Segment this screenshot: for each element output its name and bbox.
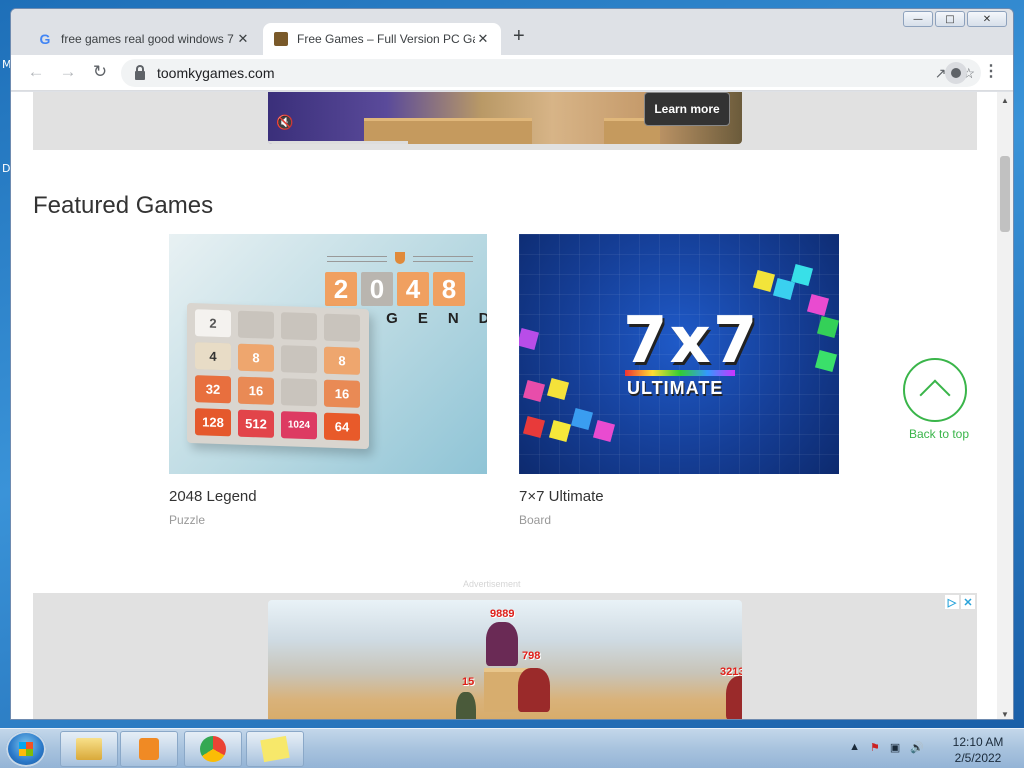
action-center-flag-icon[interactable]: ⚑ <box>870 741 880 754</box>
tile: 8 <box>238 343 274 372</box>
url-text[interactable]: toomkygames.com <box>157 65 274 81</box>
tile: 32 <box>195 375 231 404</box>
damage-number: 9889 <box>490 608 515 620</box>
logo-digit: 8 <box>433 272 465 306</box>
taskbar-media-player[interactable] <box>120 731 178 767</box>
tile: 16 <box>238 376 274 405</box>
tile: 512 <box>238 409 274 438</box>
tile: 8 <box>324 346 360 375</box>
tab-toomky-games[interactable]: Free Games – Full Version PC Games ✕ <box>263 23 501 55</box>
toomky-icon <box>273 31 289 47</box>
forward-icon[interactable]: → <box>57 62 79 82</box>
adchoices[interactable]: ▷ ✕ <box>945 595 975 609</box>
chrome-icon <box>200 736 226 762</box>
maximize-button[interactable]: □ <box>935 11 965 27</box>
network-icon[interactable]: ▣ <box>890 741 900 754</box>
volume-icon[interactable]: 🔊 <box>910 741 924 754</box>
tile: 128 <box>195 408 231 437</box>
taskbar-sticky-notes[interactable] <box>246 731 304 767</box>
tile-grid: 2 4 8 8 32 16 16 128 512 1024 64 <box>187 302 369 450</box>
ad-close-icon[interactable]: ✕ <box>961 595 975 609</box>
scrollbar-thumb[interactable] <box>1000 156 1010 232</box>
tile: 4 <box>195 342 231 371</box>
trophy-icon <box>395 252 405 264</box>
taskbar-chrome[interactable] <box>184 731 242 767</box>
start-button-windows-icon[interactable] <box>6 731 46 767</box>
logo-digit: 0 <box>361 272 393 306</box>
media-player-icon <box>139 738 159 760</box>
back-to-top-label[interactable]: Back to top <box>899 427 979 441</box>
tile-empty <box>281 345 317 374</box>
page-scrollbar[interactable]: ▲ ▼ <box>997 92 1013 719</box>
video-progress-bar <box>268 141 408 144</box>
bottom-ad-banner[interactable]: Advertisement ▷ ✕ 9889 798 15 3213 <box>33 579 977 719</box>
tab-title: Free Games – Full Version PC Games <box>297 32 475 46</box>
logo-digit: 4 <box>397 272 429 306</box>
sticky-notes-icon <box>260 735 290 763</box>
logo-subtitle: ULTIMATE <box>627 378 724 398</box>
tab-search-results[interactable]: G free games real good windows 7 ✕ <box>27 23 261 55</box>
tile: 1024 <box>281 411 317 440</box>
tab-strip: — □ ✕ G free games real good windows 7 ✕… <box>11 9 1013 55</box>
folder-icon <box>76 738 102 760</box>
minimize-button[interactable]: — <box>903 11 933 27</box>
tile-empty <box>324 313 360 342</box>
browser-toolbar: ← → ↻ toomkygames.com ↗ ☆ <box>11 55 1013 91</box>
browser-window: — □ ✕ G free games real good windows 7 ✕… <box>10 8 1014 720</box>
game-category[interactable]: Board <box>519 513 839 527</box>
lock-icon[interactable] <box>135 64 145 80</box>
back-icon[interactable]: ← <box>25 62 47 82</box>
scroll-up-arrow-icon[interactable]: ▲ <box>997 96 1013 105</box>
tab-title: free games real good windows 7 <box>61 32 234 46</box>
mute-icon[interactable]: 🔇 <box>276 114 293 131</box>
section-title: Featured Games <box>33 192 214 219</box>
google-g-icon: G <box>39 31 51 47</box>
game-card-7x7-ultimate[interactable]: 7x7 ULTIMATE 7×7 Ultimate Board <box>519 234 839 527</box>
game-title[interactable]: 2048 Legend <box>169 488 487 505</box>
profile-avatar-icon[interactable] <box>945 62 967 84</box>
taskbar: ▲ ⚑ ▣ 🔊 12:10 AM 2/5/2022 <box>0 728 1024 768</box>
close-window-button[interactable]: ✕ <box>967 11 1007 27</box>
window-controls: — □ ✕ <box>903 11 1007 27</box>
scroll-down-arrow-icon[interactable]: ▼ <box>997 710 1013 719</box>
damage-number: 15 <box>462 676 475 688</box>
tile: 16 <box>324 379 360 408</box>
reload-icon[interactable]: ↻ <box>89 62 111 82</box>
damage-number: 798 <box>522 650 541 662</box>
game-card-2048-legend[interactable]: 2 0 4 8 LEGEND 2488321616128512102464 20… <box>169 234 487 527</box>
ad-label: Advertisement <box>463 579 521 589</box>
game-title[interactable]: 7×7 Ultimate <box>519 488 839 505</box>
tile: 2 <box>195 309 231 338</box>
tile-empty <box>281 378 317 407</box>
new-tab-button[interactable]: + <box>513 25 525 48</box>
adchoices-play-icon[interactable]: ▷ <box>945 595 959 609</box>
tile-empty <box>281 312 317 341</box>
damage-number: 3213 <box>720 666 742 678</box>
ad-game-scene[interactable]: 9889 798 15 3213 <box>268 600 742 719</box>
system-tray: ▲ ⚑ ▣ 🔊 <box>849 741 924 754</box>
menu-kebab-icon[interactable]: ⋮ <box>983 61 999 81</box>
game-thumbnail[interactable]: 2 0 4 8 LEGEND 2488321616128512102464 <box>169 234 487 474</box>
game-thumbnail[interactable]: 7x7 ULTIMATE <box>519 234 839 474</box>
logo-title: 7x7 <box>623 304 760 378</box>
logo-2048: 2 0 4 8 <box>325 272 465 306</box>
taskbar-explorer[interactable] <box>60 731 118 767</box>
logo-digit: 2 <box>325 272 357 306</box>
address-bar[interactable]: toomkygames.com ↗ ☆ <box>121 59 981 87</box>
top-ad-video[interactable]: 🔇 Learn more <box>268 92 742 144</box>
game-category[interactable]: Puzzle <box>169 513 487 527</box>
tray-expand-icon[interactable]: ▲ <box>849 741 860 754</box>
tab-close-icon[interactable]: ✕ <box>475 31 491 47</box>
page-viewport: 🔇 Learn more Featured Games 2 0 4 8 LEGE… <box>11 92 997 719</box>
tab-close-icon[interactable]: ✕ <box>235 31 251 47</box>
learn-more-button[interactable]: Learn more <box>644 92 730 126</box>
top-ad-banner[interactable]: 🔇 Learn more <box>33 92 977 150</box>
tile-empty <box>238 310 274 339</box>
back-to-top-chevron-up-icon[interactable] <box>903 358 967 422</box>
clock-time: 12:10 AM <box>952 735 1004 749</box>
clock-date: 2/5/2022 <box>954 751 1002 765</box>
taskbar-clock[interactable]: 12:10 AM 2/5/2022 <box>938 734 1018 766</box>
tile: 64 <box>324 412 360 441</box>
